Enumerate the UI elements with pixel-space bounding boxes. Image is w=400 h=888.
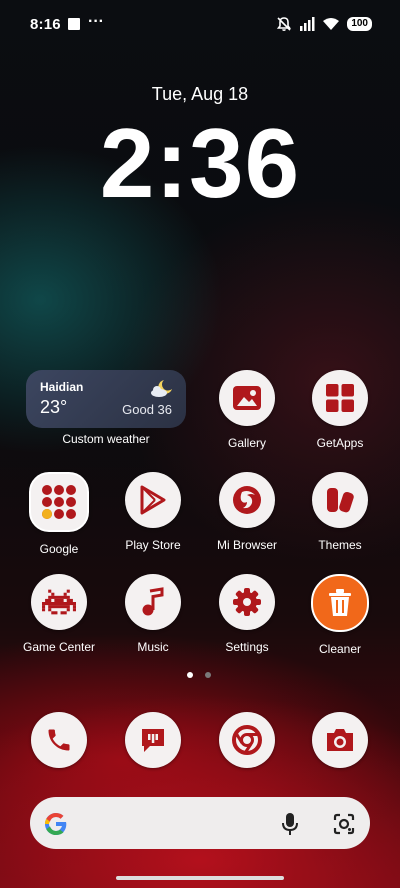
app-mi-browser[interactable]: Mi Browser bbox=[207, 472, 287, 552]
weather-temperature: 23° bbox=[40, 397, 68, 417]
google-lens-icon[interactable] bbox=[332, 812, 356, 836]
partly-cloudy-night-icon bbox=[151, 380, 172, 397]
more-notifications-icon: ··· bbox=[88, 13, 104, 30]
app-label: Settings bbox=[225, 640, 269, 654]
muted-bell-icon bbox=[277, 17, 292, 31]
app-getapps[interactable]: GetApps bbox=[300, 370, 380, 450]
app-music[interactable]: Music bbox=[113, 574, 193, 654]
status-icons: 100 bbox=[276, 14, 372, 34]
getapps-icon bbox=[312, 370, 368, 426]
app-play-store[interactable]: Play Store bbox=[113, 472, 193, 552]
app-label: GetApps bbox=[316, 436, 364, 450]
page-dot-active[interactable] bbox=[187, 672, 193, 678]
app-label: Gallery bbox=[227, 436, 266, 450]
app-label: Themes bbox=[318, 538, 362, 552]
app-label: Game Center bbox=[22, 640, 96, 654]
weather-air-quality: Good 36 bbox=[122, 402, 172, 417]
app-settings[interactable]: Settings bbox=[207, 574, 287, 654]
gallery-icon bbox=[219, 370, 275, 426]
dock-phone[interactable] bbox=[19, 712, 99, 768]
app-label: Play Store bbox=[125, 538, 181, 552]
gesture-navigation-bar[interactable] bbox=[116, 876, 284, 880]
messages-icon bbox=[125, 712, 181, 768]
wifi-icon bbox=[323, 18, 340, 30]
camera-icon bbox=[312, 712, 368, 768]
chrome-icon bbox=[219, 712, 275, 768]
music-icon bbox=[125, 574, 181, 630]
dock-chrome[interactable] bbox=[207, 712, 287, 768]
google-folder-icon bbox=[29, 472, 89, 532]
mi-browser-icon bbox=[219, 472, 275, 528]
notification-square-icon bbox=[68, 18, 80, 30]
app-cleaner[interactable]: Cleaner bbox=[300, 574, 380, 656]
phone-icon bbox=[31, 712, 87, 768]
app-label: Mi Browser bbox=[216, 538, 277, 552]
app-label: Music bbox=[137, 640, 169, 654]
dock-camera[interactable] bbox=[300, 712, 380, 768]
microphone-icon[interactable] bbox=[280, 812, 300, 836]
game-center-icon bbox=[31, 574, 87, 630]
status-time: 8:16 bbox=[30, 16, 61, 33]
clock-time[interactable]: 2:36 bbox=[0, 108, 400, 218]
dock-messages[interactable] bbox=[113, 712, 193, 768]
themes-icon bbox=[312, 472, 368, 528]
settings-gear-icon bbox=[219, 574, 275, 630]
cleaner-trash-icon bbox=[311, 574, 369, 632]
app-gallery[interactable]: Gallery bbox=[207, 370, 287, 450]
weather-widget[interactable]: Haidian 23° Good 36 bbox=[26, 370, 186, 428]
status-bar: 8:16 ··· 100 bbox=[0, 0, 400, 48]
battery-indicator: 100 bbox=[347, 17, 372, 31]
app-label: Cleaner bbox=[318, 642, 362, 656]
app-themes[interactable]: Themes bbox=[300, 472, 380, 552]
folder-google[interactable]: Google bbox=[19, 472, 99, 556]
google-g-icon bbox=[45, 813, 67, 835]
signal-icon bbox=[300, 17, 315, 31]
google-search-bar[interactable] bbox=[30, 797, 370, 849]
play-store-icon bbox=[125, 472, 181, 528]
app-game-center[interactable]: Game Center bbox=[19, 574, 99, 654]
weather-city: Haidian bbox=[40, 380, 84, 394]
app-label: Google bbox=[39, 542, 79, 556]
weather-widget-label: Custom weather bbox=[62, 432, 150, 446]
page-dot[interactable] bbox=[205, 672, 211, 678]
clock-date[interactable]: Tue, Aug 18 bbox=[0, 84, 400, 105]
